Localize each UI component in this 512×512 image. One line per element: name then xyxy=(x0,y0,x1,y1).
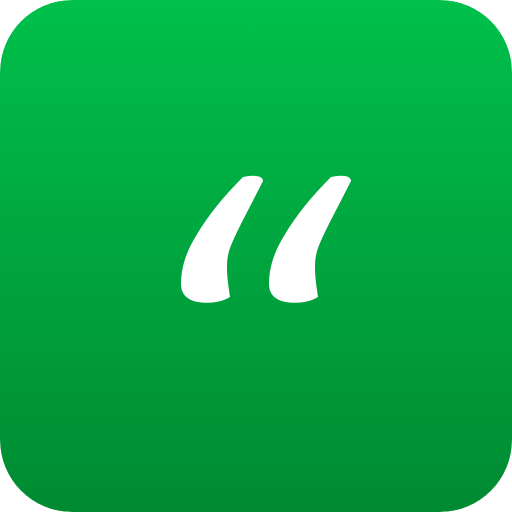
app-icon[interactable] xyxy=(0,0,512,512)
app-icon-graphic xyxy=(0,0,512,512)
icon-background xyxy=(0,0,512,512)
